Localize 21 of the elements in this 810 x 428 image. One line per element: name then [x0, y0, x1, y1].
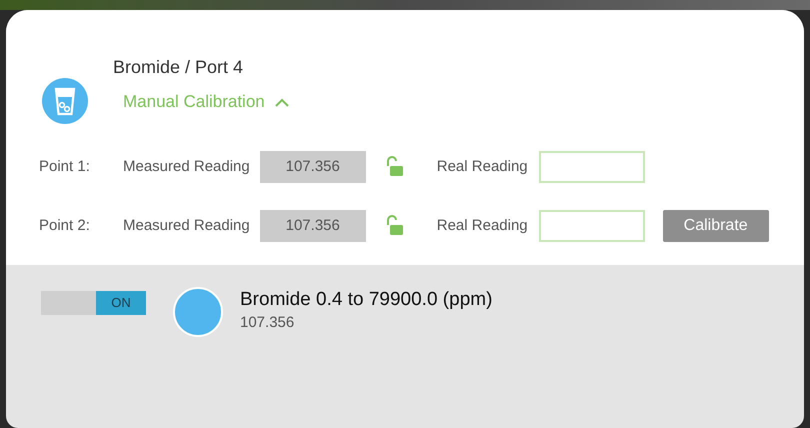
real-label: Real Reading — [436, 216, 528, 236]
measured-value: 107.356 — [260, 210, 366, 242]
point-label: Point 1: — [39, 156, 91, 177]
calibrate-button[interactable]: Calibrate — [662, 210, 769, 242]
manual-calibration-toggle[interactable]: Manual Calibration — [123, 91, 289, 113]
switch-label: ON — [96, 291, 146, 315]
sensor-title: Bromide / Port 4 — [113, 56, 244, 79]
on-off-switch[interactable]: ON — [41, 291, 146, 315]
point-label: Point 2: — [39, 216, 91, 236]
real-reading-field[interactable] — [538, 210, 645, 242]
real-reading-field[interactable] — [538, 151, 645, 183]
real-label: Real Reading — [436, 156, 528, 177]
glass-icon — [41, 77, 89, 125]
measured-value: 107.356 — [260, 151, 366, 183]
measured-label: Measured Reading — [123, 216, 250, 236]
sensor-reading: 107.356 — [240, 313, 296, 333]
sensor-name: Bromide 0.4 to 79900.0 (ppm) — [240, 288, 492, 312]
caret-icon — [274, 98, 289, 106]
padlock-icon[interactable] — [386, 215, 404, 237]
measured-label: Measured Reading — [123, 156, 250, 177]
padlock-icon[interactable] — [386, 156, 404, 178]
